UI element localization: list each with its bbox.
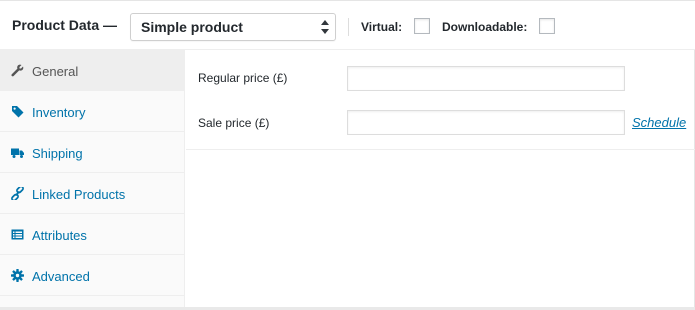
list-icon xyxy=(11,229,24,240)
tag-icon xyxy=(12,106,24,118)
tab-general[interactable]: General xyxy=(0,50,185,91)
tab-advanced-label: Advanced xyxy=(32,269,90,284)
tab-shipping-label: Shipping xyxy=(32,146,83,161)
product-type-select[interactable]: Simple product xyxy=(130,13,336,41)
product-type-selected-value: Simple product xyxy=(141,19,243,35)
tab-inventory[interactable]: Inventory xyxy=(0,91,185,132)
select-arrows-icon xyxy=(321,20,329,34)
gear-icon xyxy=(11,269,24,282)
virtual-checkbox[interactable] xyxy=(414,18,430,34)
schedule-link[interactable]: Schedule xyxy=(632,115,686,130)
sale-price-input[interactable] xyxy=(347,110,625,135)
tab-advanced[interactable]: Advanced xyxy=(0,255,185,296)
header-divider xyxy=(348,18,349,36)
tab-general-label: General xyxy=(32,64,79,79)
tab-inventory-label: Inventory xyxy=(32,105,86,120)
tab-attributes-label: Attributes xyxy=(32,228,87,243)
link-icon xyxy=(11,187,24,200)
tab-linked-products[interactable]: Linked Products xyxy=(0,173,185,214)
panel-title: Product Data — xyxy=(12,17,118,33)
virtual-label: Virtual: xyxy=(361,20,403,34)
regular-price-input[interactable] xyxy=(347,66,625,91)
tab-shipping[interactable]: Shipping xyxy=(0,132,185,173)
downloadable-label: Downloadable: xyxy=(442,20,528,34)
product-data-panel: Product Data — Simple product Virtual: D… xyxy=(0,0,695,307)
tab-linked-products-label: Linked Products xyxy=(32,187,126,202)
product-data-tabs: General Inventory Shipping Linked Produc… xyxy=(0,50,185,307)
sale-price-label: Sale price (£) xyxy=(198,116,270,130)
truck-icon xyxy=(11,148,24,158)
tab-attributes[interactable]: Attributes xyxy=(0,214,185,255)
wrench-icon xyxy=(11,64,24,77)
product-data-header: Product Data — Simple product Virtual: D… xyxy=(0,0,695,50)
downloadable-checkbox[interactable] xyxy=(539,18,555,34)
options-group-divider xyxy=(186,149,695,150)
regular-price-label: Regular price (£) xyxy=(198,71,288,85)
